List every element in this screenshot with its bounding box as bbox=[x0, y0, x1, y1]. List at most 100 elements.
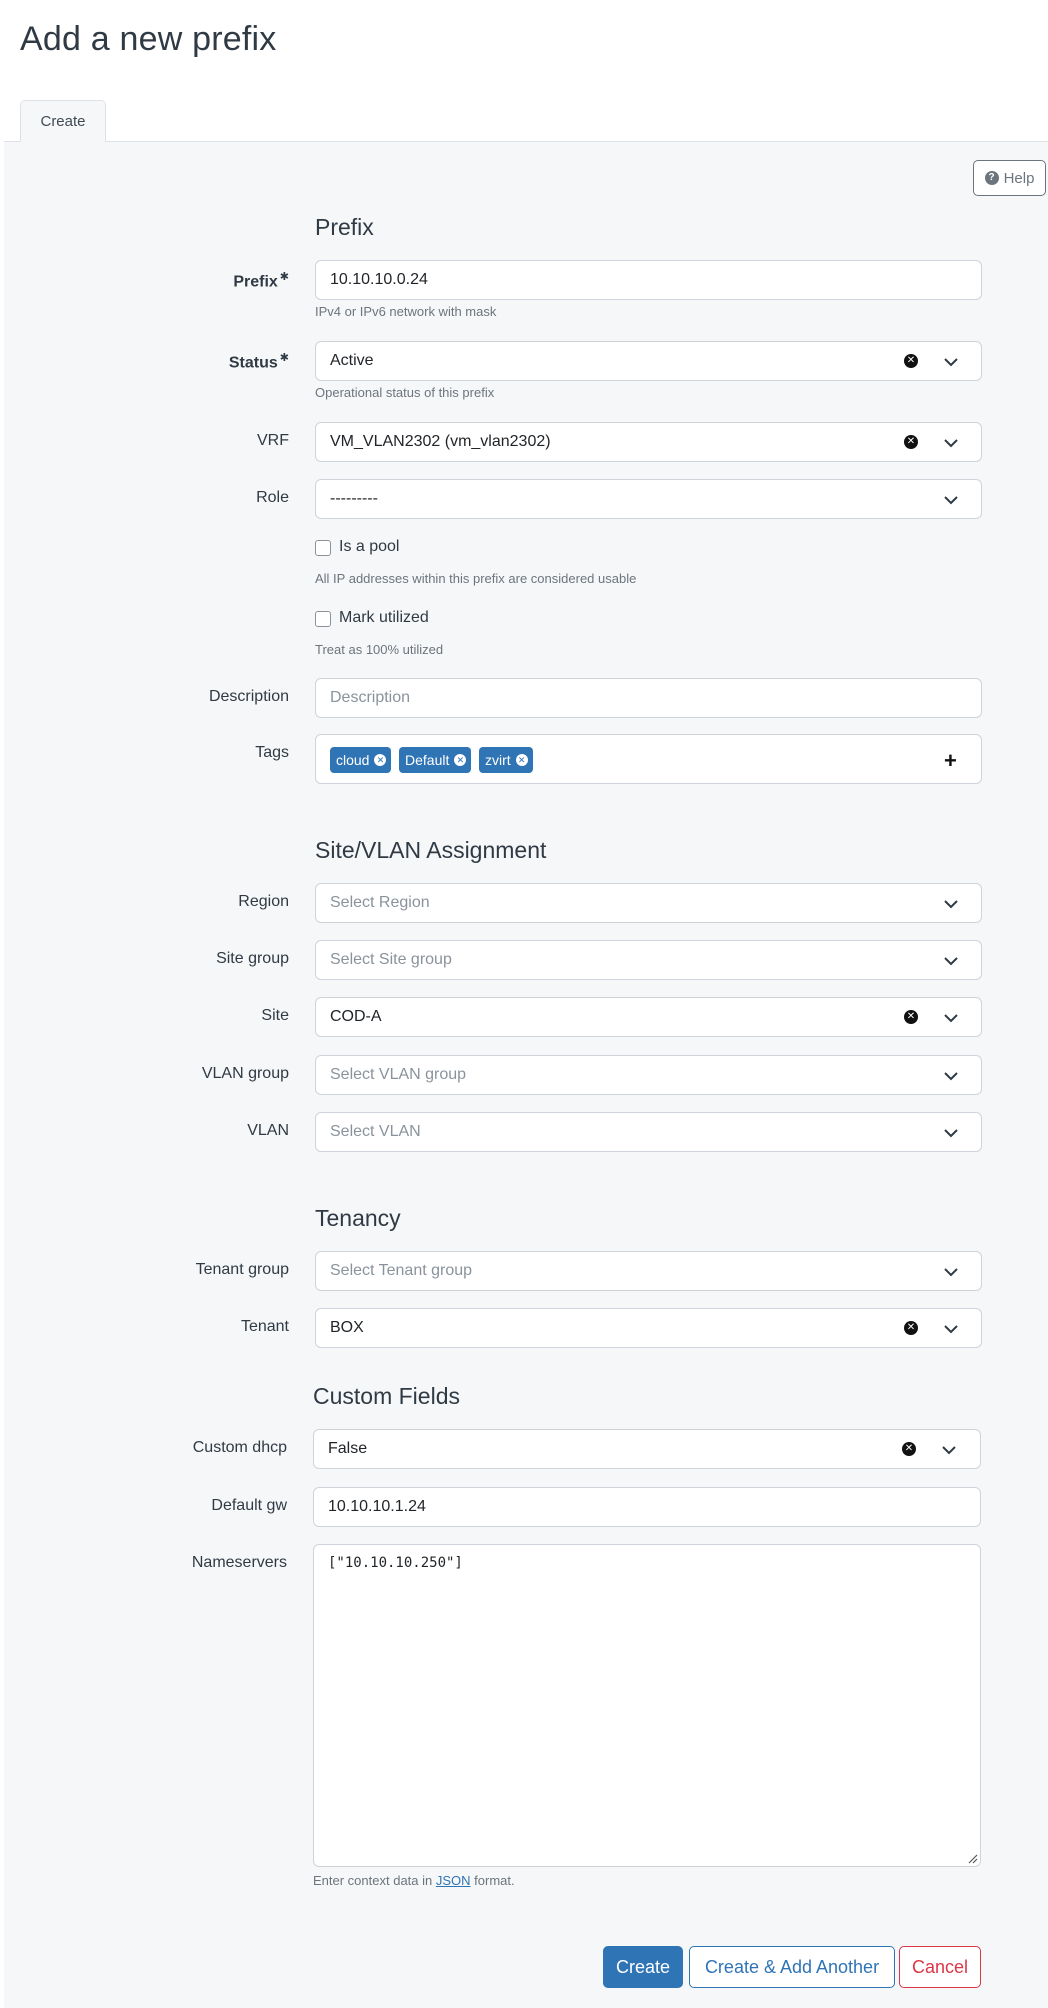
status-label: Status ✱ bbox=[228, 352, 289, 372]
site-group-select[interactable]: Select Site group bbox=[315, 940, 982, 980]
custom-dhcp-label: Custom dhcp bbox=[192, 1439, 287, 1456]
resize-handle-icon[interactable] bbox=[966, 1852, 978, 1864]
remove-tag-icon[interactable]: ✕ bbox=[374, 754, 387, 766]
prefix-help: IPv4 or IPv6 network with mask bbox=[315, 304, 497, 319]
question-circle-icon: ? bbox=[984, 171, 999, 185]
custom-dhcp-select[interactable]: False ✕ bbox=[313, 1429, 981, 1469]
clear-icon[interactable]: ✕ bbox=[904, 354, 918, 368]
section-title-tenancy: Tenancy bbox=[315, 1205, 401, 1231]
page-title: Add a new prefix bbox=[20, 20, 277, 58]
tag-chip-label: Default bbox=[405, 752, 450, 768]
tag-chip[interactable]: Default ✕ bbox=[399, 747, 472, 773]
is-pool-checkbox[interactable] bbox=[315, 540, 331, 556]
nameservers-help: Enter context data in JSON format. bbox=[313, 1873, 515, 1888]
vrf-label: VRF bbox=[257, 432, 289, 449]
section-title-site-vlan: Site/VLAN Assignment bbox=[315, 837, 547, 863]
tab-create[interactable]: Create bbox=[20, 100, 106, 143]
tags-label: Tags bbox=[255, 744, 289, 761]
role-label: Role bbox=[256, 489, 289, 506]
site-value: COD-A bbox=[330, 1008, 382, 1025]
create-button[interactable]: Create bbox=[603, 1946, 683, 1988]
description-placeholder: Description bbox=[330, 689, 411, 706]
json-link[interactable]: JSON bbox=[436, 1873, 471, 1888]
status-select[interactable]: Active ✕ bbox=[315, 341, 982, 381]
default-gw-label: Default gw bbox=[211, 1497, 287, 1514]
chevron-down-icon bbox=[944, 358, 958, 367]
default-gw-value: 10.10.10.1.24 bbox=[328, 1498, 426, 1515]
site-label: Site bbox=[261, 1007, 289, 1024]
prefix-input[interactable]: 10.10.10.0.24 bbox=[315, 260, 982, 300]
tag-chip[interactable]: cloud ✕ bbox=[330, 747, 392, 773]
tenant-select[interactable]: BOX ✕ bbox=[315, 1308, 982, 1348]
vrf-select[interactable]: VM_VLAN2302 (vm_vlan2302) ✕ bbox=[315, 422, 982, 462]
clear-icon[interactable]: ✕ bbox=[902, 1442, 916, 1456]
chevron-down-icon bbox=[944, 439, 958, 448]
nameservers-label: Nameservers bbox=[191, 1554, 287, 1571]
clear-icon[interactable]: ✕ bbox=[904, 1321, 918, 1335]
default-gw-input[interactable]: 10.10.10.1.24 bbox=[313, 1487, 981, 1527]
chevron-down-icon bbox=[942, 1446, 956, 1455]
description-label: Description bbox=[208, 688, 289, 705]
mark-utilized-checkbox[interactable] bbox=[315, 611, 331, 627]
vlan-group-placeholder: Select VLAN group bbox=[330, 1066, 467, 1083]
is-pool-label: Is a pool bbox=[339, 538, 400, 555]
tab-bar: Create bbox=[4, 100, 1048, 143]
create-add-another-button[interactable]: Create & Add Another bbox=[689, 1946, 895, 1988]
region-placeholder: Select Region bbox=[330, 894, 430, 911]
required-icon: ✱ bbox=[279, 352, 289, 364]
chevron-down-icon bbox=[944, 1325, 958, 1334]
tenant-group-label: Tenant group bbox=[195, 1261, 289, 1278]
status-help: Operational status of this prefix bbox=[315, 385, 495, 400]
vlan-placeholder: Select VLAN bbox=[330, 1123, 421, 1140]
site-select[interactable]: COD-A ✕ bbox=[315, 997, 982, 1037]
tenant-label: Tenant bbox=[240, 1318, 289, 1335]
mark-utilized-label: Mark utilized bbox=[339, 609, 429, 626]
chevron-down-icon bbox=[944, 496, 958, 505]
nameservers-textarea[interactable]: ["10.10.10.250"] bbox=[313, 1544, 981, 1867]
section-title-custom-fields: Custom Fields bbox=[313, 1383, 460, 1409]
status-value: Active bbox=[330, 352, 374, 369]
vrf-value: VM_VLAN2302 (vm_vlan2302) bbox=[330, 433, 551, 450]
vlan-label: VLAN bbox=[247, 1122, 289, 1139]
is-pool-help: All IP addresses within this prefix are … bbox=[315, 571, 637, 586]
prefix-label: Prefix ✱ bbox=[233, 271, 289, 291]
chevron-down-icon bbox=[944, 1268, 958, 1277]
region-label: Region bbox=[238, 893, 289, 910]
site-group-placeholder: Select Site group bbox=[330, 951, 452, 968]
section-title-prefix: Prefix bbox=[315, 214, 374, 240]
required-icon: ✱ bbox=[279, 271, 289, 283]
nameservers-value: ["10.10.10.250"] bbox=[328, 1555, 463, 1571]
chevron-down-icon bbox=[944, 957, 958, 966]
chevron-down-icon bbox=[944, 1014, 958, 1023]
remove-tag-icon[interactable]: ✕ bbox=[515, 754, 528, 766]
region-select[interactable]: Select Region bbox=[315, 883, 982, 923]
mark-utilized-help: Treat as 100% utilized bbox=[315, 642, 444, 657]
role-value: --------- bbox=[330, 490, 378, 507]
tag-chip-label: zvirt bbox=[485, 752, 511, 768]
remove-tag-icon[interactable]: ✕ bbox=[454, 754, 467, 766]
clear-icon[interactable]: ✕ bbox=[904, 1010, 918, 1024]
plus-icon[interactable]: + bbox=[944, 742, 957, 780]
tag-chip[interactable]: zvirt ✕ bbox=[479, 747, 533, 773]
help-button[interactable]: ? Help bbox=[973, 160, 1046, 196]
nameservers-help-prefix: Enter context data in bbox=[313, 1873, 433, 1888]
cancel-button[interactable]: Cancel bbox=[899, 1946, 981, 1988]
tag-chip-label: cloud bbox=[336, 752, 370, 768]
site-group-label: Site group bbox=[216, 950, 289, 967]
tenant-group-select[interactable]: Select Tenant group bbox=[315, 1251, 982, 1291]
tenant-group-placeholder: Select Tenant group bbox=[330, 1262, 473, 1279]
custom-dhcp-value: False bbox=[328, 1440, 368, 1457]
clear-icon[interactable]: ✕ bbox=[904, 435, 918, 449]
chevron-down-icon bbox=[944, 1129, 958, 1138]
vlan-group-label: VLAN group bbox=[201, 1065, 289, 1082]
help-button-label: Help bbox=[1003, 169, 1035, 187]
vlan-select[interactable]: Select VLAN bbox=[315, 1112, 982, 1152]
description-input[interactable]: Description bbox=[315, 678, 982, 718]
role-select[interactable]: --------- bbox=[315, 479, 982, 519]
chevron-down-icon bbox=[944, 900, 958, 909]
chevron-down-icon bbox=[944, 1072, 958, 1081]
prefix-value: 10.10.10.0.24 bbox=[330, 271, 428, 288]
vlan-group-select[interactable]: Select VLAN group bbox=[315, 1055, 982, 1095]
tags-select[interactable]: cloud ✕ Default ✕ zvirt ✕ + bbox=[315, 734, 982, 784]
tenant-value: BOX bbox=[330, 1319, 364, 1336]
